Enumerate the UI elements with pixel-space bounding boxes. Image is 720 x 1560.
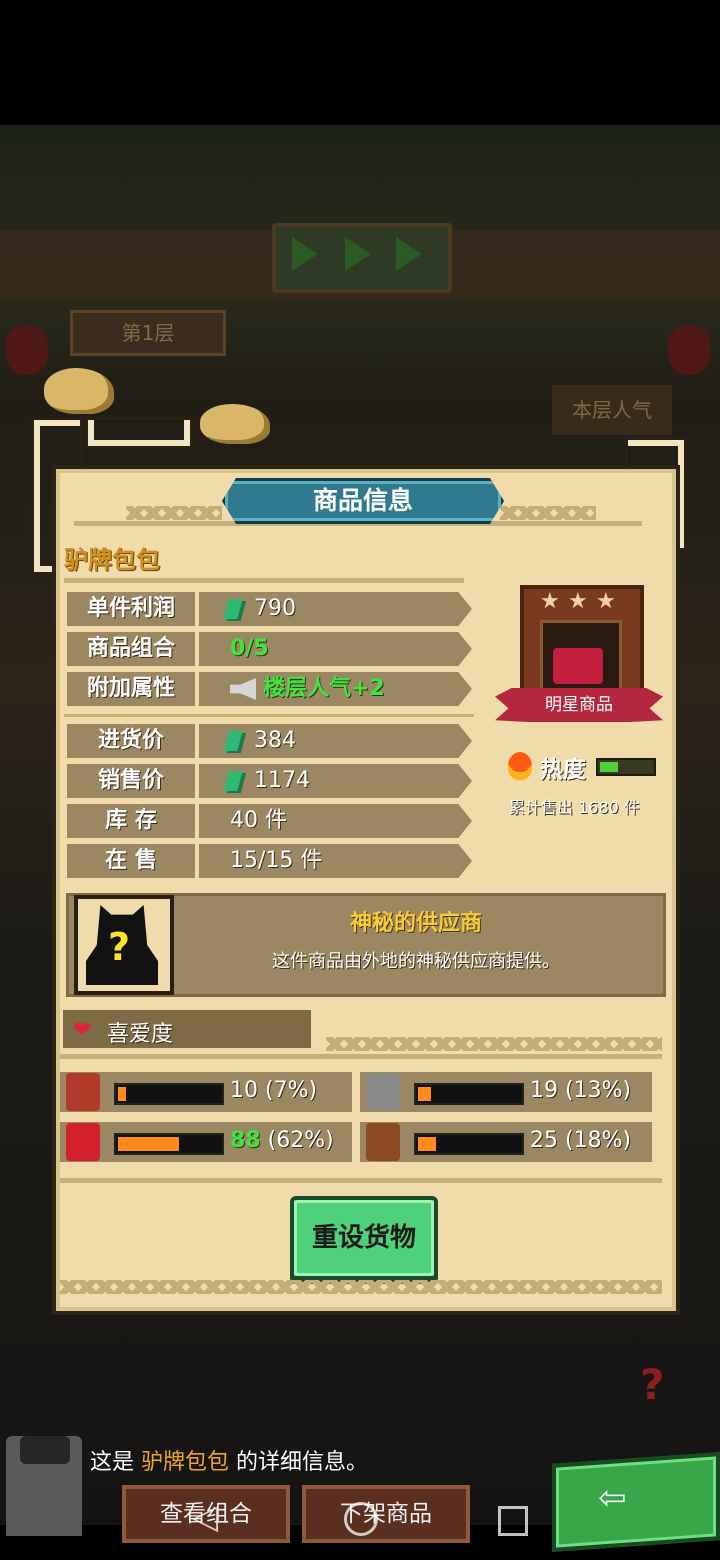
floor-popularity-label: 本层人气: [552, 385, 672, 435]
star-item-badge: 明星商品: [495, 688, 663, 722]
affection-bar: [414, 1133, 524, 1155]
dialog-message: 这是 驴牌包包 的详细信息。: [90, 1450, 369, 1475]
stat-label-on-sale: 在 售: [67, 844, 195, 878]
customer-avatar: [366, 1123, 400, 1161]
koi-fish-icon: [200, 404, 270, 444]
panel-title: 商品信息: [222, 478, 504, 524]
back-arrow-icon: ⇦: [598, 1478, 627, 1518]
nav-home-icon[interactable]: [344, 1502, 378, 1536]
money-icon: [223, 731, 243, 751]
customer-avatar: [66, 1073, 100, 1111]
money-icon: [223, 771, 243, 791]
play-icon: [292, 237, 318, 271]
diamond-pattern: [326, 1037, 662, 1051]
heart-icon: ❤: [73, 1018, 92, 1043]
supplier-name: 神秘的供应商: [349, 911, 482, 936]
stat-value-combo: 0/5: [199, 632, 472, 666]
affection-value: 10 (7%): [230, 1078, 318, 1103]
item-name: 驴牌包包: [64, 546, 160, 574]
confirm-button[interactable]: [552, 1452, 720, 1552]
top-hat-icon: [20, 1436, 70, 1464]
affection-bar-fill: [118, 1087, 126, 1101]
stat-value-on-sale: 15/15 件: [199, 844, 472, 878]
affection-title: 喜爱度: [107, 1022, 174, 1047]
star-icon: ★: [596, 589, 616, 614]
floor-tag: 第1层: [70, 310, 226, 356]
question-mark-icon: ?: [108, 925, 131, 969]
affection-bar-fill: [418, 1087, 431, 1101]
stat-label-cost: 进货价: [67, 724, 195, 758]
customer-row: 19 (13%): [360, 1072, 652, 1112]
heat-bar-fill: [600, 762, 618, 772]
stat-value-stock: 40 件: [199, 804, 472, 838]
affection-bar-fill: [418, 1137, 436, 1151]
supplier-description: 这件商品由外地的神秘供应商提供。: [272, 951, 560, 972]
stat-label-stock: 库 存: [67, 804, 195, 838]
divider: [60, 1178, 662, 1183]
divider: [60, 1054, 662, 1059]
diamond-pattern: [500, 506, 596, 520]
stat-label-profit: 单件利润: [67, 592, 195, 626]
heat-label: 热度: [540, 757, 586, 783]
stat-label-price: 销售价: [67, 764, 195, 798]
lantern-icon: [6, 325, 48, 375]
diamond-pattern: [126, 506, 222, 520]
affection-bar: [114, 1133, 224, 1155]
customer-row: 10 (7%): [60, 1072, 352, 1112]
nav-recents-icon[interactable]: [498, 1506, 528, 1536]
diamond-pattern: [60, 1280, 662, 1294]
help-book-icon[interactable]: ?: [640, 1360, 664, 1409]
affection-bar: [114, 1083, 224, 1105]
affection-bar-fill: [118, 1137, 179, 1151]
affection-bar: [414, 1083, 524, 1105]
remove-item-button[interactable]: 下架商品: [302, 1485, 470, 1543]
fire-icon: [508, 752, 532, 780]
affection-value: 19 (13%): [530, 1078, 632, 1103]
customer-row: 25 (18%): [360, 1122, 652, 1162]
stat-value-profit: 790: [199, 592, 472, 626]
total-sold: 累计售出 1680 件: [509, 798, 640, 817]
affection-value: 88 (62%): [230, 1128, 334, 1153]
affection-header: [63, 1010, 311, 1048]
handbag-icon: [553, 648, 603, 684]
megaphone-icon: [230, 678, 256, 700]
stat-value-cost: 384: [199, 724, 472, 758]
divider: [64, 714, 474, 717]
koi-fish-icon: [44, 368, 114, 414]
stat-value-price: 1174: [199, 764, 472, 798]
stat-value-attribute: 楼层人气+2: [199, 672, 472, 706]
stat-label-attribute: 附加属性: [67, 672, 195, 706]
fast-forward-icon: [345, 237, 371, 271]
nav-back-icon[interactable]: ◁: [192, 1497, 218, 1537]
money-icon: [223, 599, 243, 619]
divider: [64, 578, 464, 583]
stat-label-combo: 商品组合: [67, 632, 195, 666]
customer-avatar: [366, 1073, 400, 1111]
customer-row: 88 (62%): [60, 1122, 352, 1162]
star-icon: ★: [540, 589, 560, 614]
customer-avatar: [66, 1123, 100, 1161]
faster-forward-icon: [396, 237, 422, 271]
fret-top-left: [88, 420, 190, 446]
heat-bar: [596, 758, 656, 776]
affection-value: 25 (18%): [530, 1128, 632, 1153]
lantern-icon: [668, 325, 710, 375]
reset-goods-button[interactable]: 重设货物: [290, 1196, 438, 1280]
star-icon: ★: [568, 589, 588, 614]
